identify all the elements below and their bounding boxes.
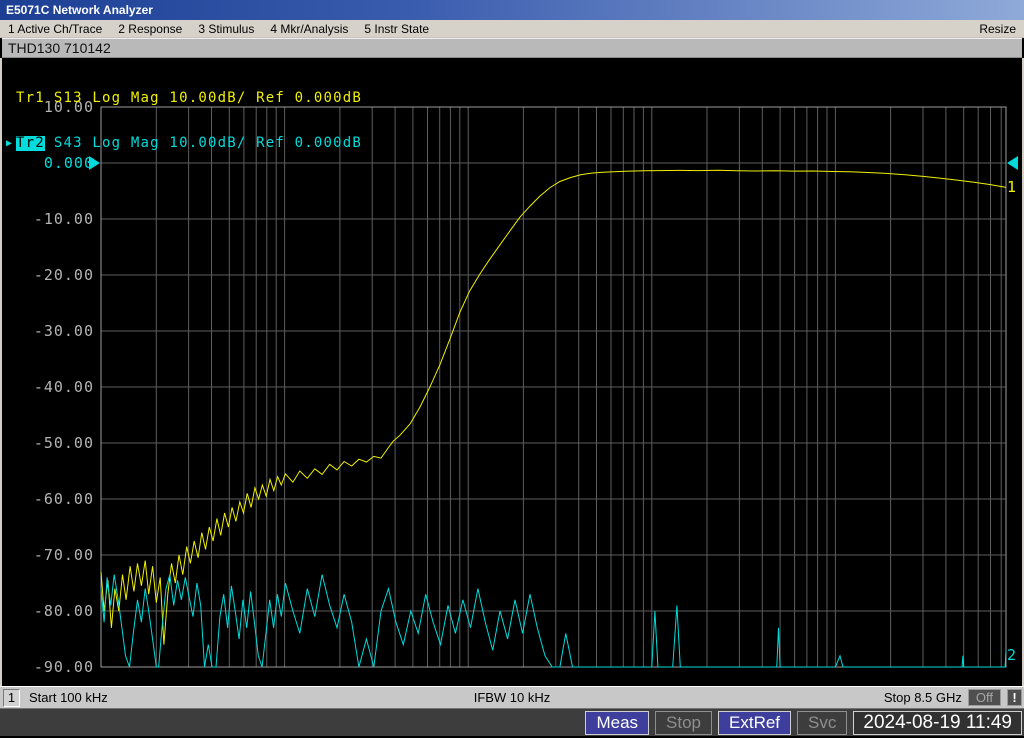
ifbw-label: IFBW 10 kHz <box>0 690 1024 705</box>
trace2-name: Tr2 <box>16 136 45 151</box>
analyzer-screen: ▶ Tr1 S13 Log Mag 10.00dB/ Ref 0.000dB ▶Tr… <box>0 58 1024 686</box>
off-button[interactable]: Off <box>968 689 1001 706</box>
svg-text:-90.00: -90.00 <box>34 658 94 676</box>
trace1-name: Tr1 <box>16 91 45 106</box>
bottom-taskbar: Meas Stop ExtRef Svc 2024-08-19 11:49 <box>0 708 1024 738</box>
trace1-info-line[interactable]: ▶Tr1S13 Log Mag 10.00dB/ Ref 0.000dB <box>6 91 362 106</box>
svg-text:2: 2 <box>1007 646 1016 664</box>
svc-button[interactable]: Svc <box>797 711 847 735</box>
menu-bar: 1 Active Ch/Trace 2 Response 3 Stimulus … <box>0 20 1024 38</box>
menu-mkr-analysis[interactable]: 4 Mkr/Analysis <box>270 22 348 36</box>
alert-indicator[interactable]: ! <box>1007 689 1022 706</box>
trace2-settings: S43 Log Mag 10.00dB/ Ref 0.000dB <box>54 136 362 151</box>
menu-instr-state[interactable]: 5 Instr State <box>364 22 429 36</box>
svg-text:-60.00: -60.00 <box>34 490 94 508</box>
svg-text:-20.00: -20.00 <box>34 266 94 284</box>
svg-text:-30.00: -30.00 <box>34 322 94 340</box>
trace2-info-line[interactable]: ▶Tr2 S43 Log Mag 10.00dB/ Ref 0.000dB <box>6 136 362 151</box>
window-title: E5071C Network Analyzer <box>6 3 153 17</box>
svg-text:1: 1 <box>1007 178 1016 196</box>
datetime-display: 2024-08-19 11:49 <box>853 711 1022 735</box>
active-trace-arrow-icon: ▶ <box>6 136 16 151</box>
menu-stimulus[interactable]: 3 Stimulus <box>198 22 254 36</box>
svg-text:-70.00: -70.00 <box>34 546 94 564</box>
menu-resize[interactable]: Resize <box>979 22 1016 36</box>
instrument-title: THD130 710142 <box>8 40 111 56</box>
stop-frequency-label: Stop 8.5 GHz <box>884 690 962 705</box>
status-bar: 1 Start 100 kHz IFBW 10 kHz Stop 8.5 GHz… <box>0 686 1024 708</box>
svg-text:-50.00: -50.00 <box>34 434 94 452</box>
channel-number-badge: 1 <box>3 689 20 707</box>
svg-text:-80.00: -80.00 <box>34 602 94 620</box>
meas-button[interactable]: Meas <box>585 711 649 735</box>
svg-text:-40.00: -40.00 <box>34 378 94 396</box>
extref-button[interactable]: ExtRef <box>718 711 791 735</box>
window-titlebar: E5071C Network Analyzer <box>0 0 1024 20</box>
menu-response[interactable]: 2 Response <box>118 22 182 36</box>
start-frequency-label: Start 100 kHz <box>29 690 108 705</box>
instrument-title-bar: THD130 710142 <box>2 38 1022 58</box>
svg-text:-10.00: -10.00 <box>34 210 94 228</box>
trace-info-block: ▶ Tr1 S13 Log Mag 10.00dB/ Ref 0.000dB ▶Tr… <box>6 61 362 181</box>
trace1-settings: S13 Log Mag 10.00dB/ Ref 0.000dB <box>54 91 362 106</box>
stop-button[interactable]: Stop <box>655 711 712 735</box>
menu-active-ch-trace[interactable]: 1 Active Ch/Trace <box>8 22 102 36</box>
